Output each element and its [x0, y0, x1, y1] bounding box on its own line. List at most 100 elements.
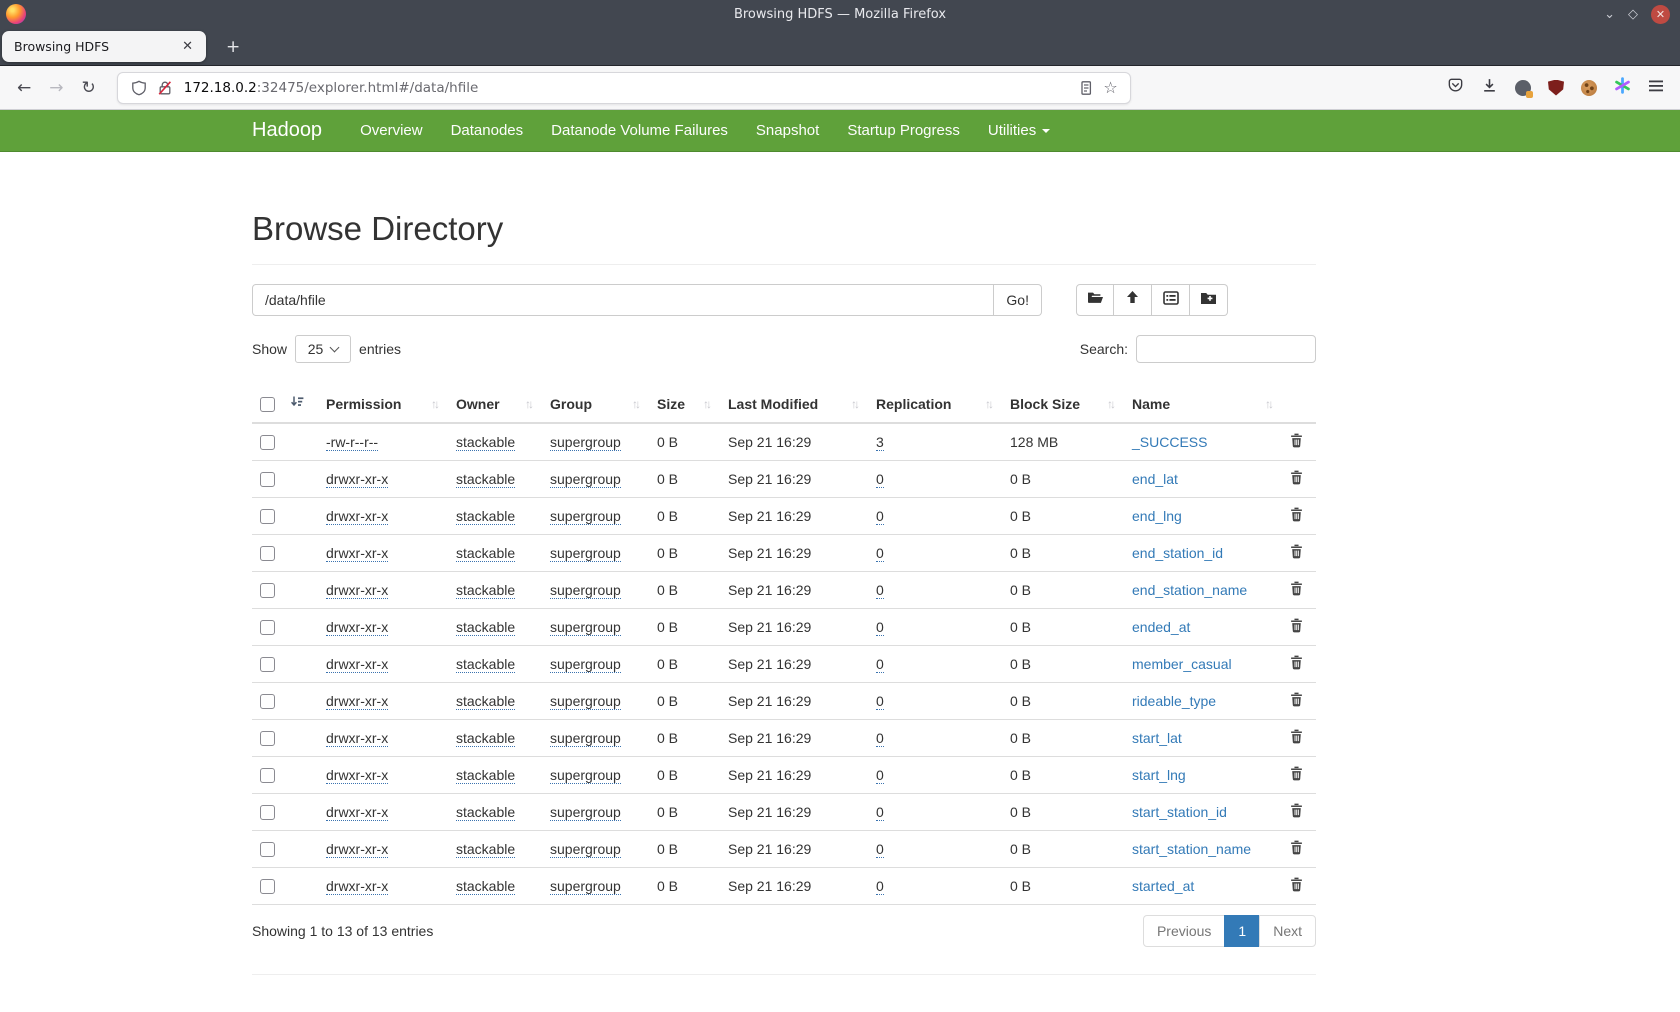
navbar-item-datanodes[interactable]: Datanodes — [437, 110, 538, 152]
row-checkbox[interactable] — [260, 620, 275, 635]
replication-value[interactable]: 0 — [876, 508, 884, 525]
group-value[interactable]: supergroup — [550, 619, 621, 636]
permission-value[interactable]: drwxr-xr-x — [326, 508, 388, 525]
column-header-permission[interactable]: Permission↑↓ — [318, 385, 448, 423]
url-text[interactable]: 172.18.0.2:32475/explorer.html#/data/hfi… — [184, 80, 1074, 96]
file-link[interactable]: start_lat — [1132, 730, 1182, 746]
group-value[interactable]: supergroup — [550, 804, 621, 821]
page-1-button[interactable]: 1 — [1224, 915, 1260, 947]
owner-value[interactable]: stackable — [456, 545, 515, 562]
group-value[interactable]: supergroup — [550, 434, 621, 451]
replication-value[interactable]: 0 — [876, 656, 884, 673]
owner-value[interactable]: stackable — [456, 471, 515, 488]
forward-button[interactable]: → — [40, 74, 72, 102]
replication-value[interactable]: 3 — [876, 434, 884, 451]
replication-value[interactable]: 0 — [876, 841, 884, 858]
file-link[interactable]: end_lat — [1132, 471, 1178, 487]
file-link[interactable]: start_lng — [1132, 767, 1186, 783]
owner-value[interactable]: stackable — [456, 767, 515, 784]
url-bar[interactable]: 172.18.0.2:32475/explorer.html#/data/hfi… — [117, 72, 1131, 104]
delete-icon[interactable] — [1290, 692, 1303, 707]
owner-value[interactable]: stackable — [456, 434, 515, 451]
shield-icon[interactable] — [126, 80, 152, 96]
delete-icon[interactable] — [1290, 655, 1303, 670]
delete-icon[interactable] — [1290, 544, 1303, 559]
delete-icon[interactable] — [1290, 803, 1303, 818]
row-checkbox[interactable] — [260, 805, 275, 820]
row-checkbox[interactable] — [260, 435, 275, 450]
group-value[interactable]: supergroup — [550, 545, 621, 562]
permission-value[interactable]: drwxr-xr-x — [326, 545, 388, 562]
delete-icon[interactable] — [1290, 581, 1303, 596]
list-alt-button[interactable] — [1152, 284, 1190, 316]
navbar-item-startup-progress[interactable]: Startup Progress — [833, 110, 974, 152]
file-link[interactable]: end_lng — [1132, 508, 1182, 524]
owner-value[interactable]: stackable — [456, 804, 515, 821]
insecure-lock-icon[interactable] — [152, 80, 178, 96]
search-input[interactable] — [1136, 335, 1316, 363]
group-value[interactable]: supergroup — [550, 471, 621, 488]
downloads-icon[interactable] — [1481, 77, 1498, 98]
column-header-replication[interactable]: Replication↑↓ — [868, 385, 1002, 423]
owner-value[interactable]: stackable — [456, 619, 515, 636]
replication-value[interactable]: 0 — [876, 804, 884, 821]
reader-mode-icon[interactable] — [1073, 80, 1099, 96]
group-value[interactable]: supergroup — [550, 841, 621, 858]
permission-value[interactable]: -rw-r--r-- — [326, 434, 378, 451]
ublock-origin-icon[interactable] — [1548, 80, 1564, 96]
maximize-icon[interactable]: ◇ — [1628, 8, 1638, 21]
group-value[interactable]: supergroup — [550, 730, 621, 747]
delete-icon[interactable] — [1290, 618, 1303, 633]
row-checkbox[interactable] — [260, 472, 275, 487]
row-checkbox[interactable] — [260, 768, 275, 783]
permission-value[interactable]: drwxr-xr-x — [326, 656, 388, 673]
group-value[interactable]: supergroup — [550, 582, 621, 599]
page-length-select[interactable]: 25 — [295, 335, 351, 363]
tab-close-icon[interactable]: ✕ — [177, 37, 198, 56]
replication-value[interactable]: 0 — [876, 619, 884, 636]
row-checkbox[interactable] — [260, 842, 275, 857]
file-link[interactable]: rideable_type — [1132, 693, 1216, 709]
file-link[interactable]: start_station_id — [1132, 804, 1227, 820]
owner-value[interactable]: stackable — [456, 656, 515, 673]
permission-value[interactable]: drwxr-xr-x — [326, 804, 388, 821]
owner-value[interactable]: stackable — [456, 693, 515, 710]
bookmark-star-icon[interactable]: ☆ — [1099, 78, 1121, 97]
sort-attributes-header[interactable] — [282, 385, 318, 423]
owner-value[interactable]: stackable — [456, 841, 515, 858]
navbar-item-utilities[interactable]: Utilities — [974, 110, 1064, 152]
column-header-last-modified[interactable]: Last Modified↑↓ — [720, 385, 868, 423]
menu-hamburger-icon[interactable] — [1648, 78, 1664, 97]
column-header-size[interactable]: Size↑↓ — [649, 385, 720, 423]
navbar-item-datanode-volume-failures[interactable]: Datanode Volume Failures — [537, 110, 742, 152]
delete-icon[interactable] — [1290, 840, 1303, 855]
upload-files-button[interactable] — [1114, 284, 1152, 316]
hadoop-brand[interactable]: Hadoop — [252, 119, 322, 142]
go-button[interactable]: Go! — [994, 284, 1042, 316]
previous-page-button[interactable]: Previous — [1143, 915, 1225, 947]
colorful-asterisk-extension-icon[interactable] — [1614, 77, 1631, 98]
cookie-extension-icon[interactable] — [1581, 80, 1597, 96]
replication-value[interactable]: 0 — [876, 693, 884, 710]
back-button[interactable]: ← — [8, 74, 40, 102]
row-checkbox[interactable] — [260, 879, 275, 894]
permission-value[interactable]: drwxr-xr-x — [326, 693, 388, 710]
file-link[interactable]: end_station_id — [1132, 545, 1223, 561]
permission-value[interactable]: drwxr-xr-x — [326, 619, 388, 636]
row-checkbox[interactable] — [260, 583, 275, 598]
column-header-block-size[interactable]: Block Size↑↓ — [1002, 385, 1124, 423]
navbar-item-snapshot[interactable]: Snapshot — [742, 110, 833, 152]
next-page-button[interactable]: Next — [1259, 915, 1316, 947]
owner-value[interactable]: stackable — [456, 730, 515, 747]
replication-value[interactable]: 0 — [876, 767, 884, 784]
permission-value[interactable]: drwxr-xr-x — [326, 878, 388, 895]
row-checkbox[interactable] — [260, 546, 275, 561]
group-value[interactable]: supergroup — [550, 693, 621, 710]
owner-value[interactable]: stackable — [456, 878, 515, 895]
permission-value[interactable]: drwxr-xr-x — [326, 841, 388, 858]
permission-value[interactable]: drwxr-xr-x — [326, 730, 388, 747]
column-header-group[interactable]: Group↑↓ — [542, 385, 649, 423]
row-checkbox[interactable] — [260, 731, 275, 746]
file-link[interactable]: member_casual — [1132, 656, 1232, 672]
privacy-extension-icon[interactable] — [1515, 80, 1531, 96]
